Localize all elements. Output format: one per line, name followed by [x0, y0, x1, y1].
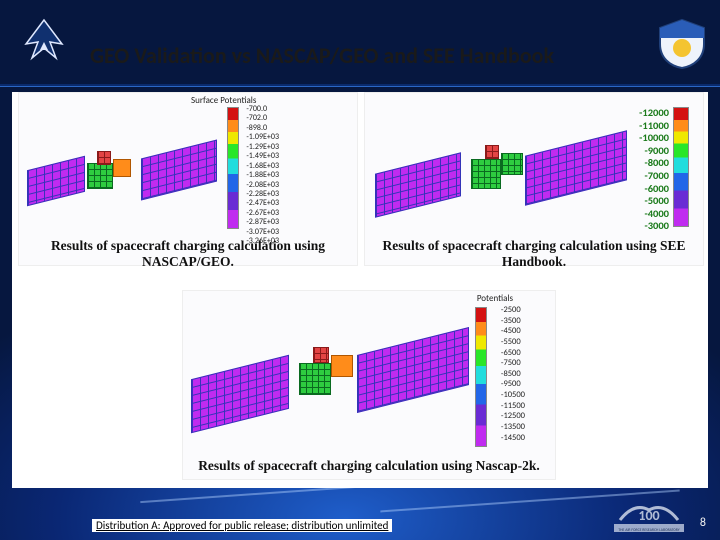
figure-nascap-geo: Surface Potentials -700.0-702.0-898.0 -1… [18, 92, 358, 266]
slide-footer: Distribution A: Approved for public rele… [12, 510, 708, 532]
colorbar [475, 307, 487, 447]
slide-header: GEO Validation vs NASCAP/GEO and SEE Han… [0, 0, 720, 88]
figure-caption: Results of spacecraft charging calculati… [364, 238, 704, 270]
figure-caption: Results of spacecraft charging calculati… [182, 458, 556, 474]
afrl-shield-icon [656, 18, 708, 70]
colorbar-ticks-bottom: -2500-3500-4500 -5500-6500-7500 -8500-95… [501, 305, 525, 443]
colorbar [227, 107, 239, 229]
header-divider [0, 84, 720, 87]
satellite-render [375, 133, 635, 223]
satellite-render [191, 331, 471, 441]
figure-nascap-2k: Potentials -2500-3500-4500 -5500-6500-75… [182, 290, 556, 480]
content-area: Surface Potentials -700.0-702.0-898.0 -1… [12, 92, 708, 488]
figure-panel: Potentials -2500-3500-4500 -5500-6500-75… [182, 290, 556, 480]
satellite-render [27, 141, 227, 221]
figure-see-handbook: -12000-11000-10000 -9000-8000-7000 -6000… [364, 92, 704, 266]
colorbar-ticks-right: -12000-11000-10000 -9000-8000-7000 -6000… [639, 107, 669, 233]
distribution-statement: Distribution A: Approved for public rele… [92, 519, 392, 532]
air-force-logo-icon [14, 14, 74, 68]
colorbar [673, 107, 689, 227]
colorbar-ticks-left: -700.0-702.0-898.0 -1.09E+03-1.29E+03-1.… [246, 105, 279, 247]
page-number: 8 [700, 516, 706, 530]
slide-title: GEO Validation vs NASCAP/GEO and SEE Han… [90, 42, 554, 69]
figure-caption: Results of spacecraft charging calculati… [18, 238, 358, 270]
colorbar-title: Potentials [477, 293, 513, 304]
